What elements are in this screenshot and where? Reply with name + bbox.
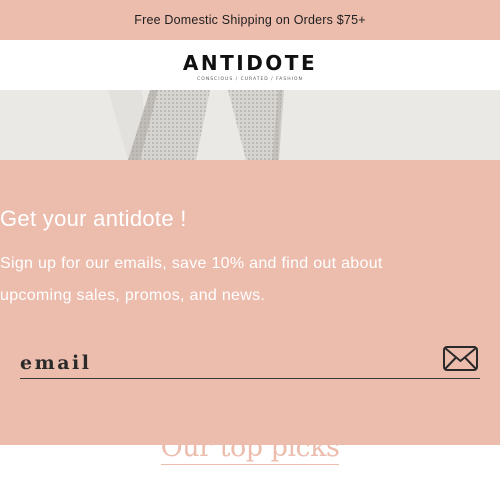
email-input[interactable] (20, 350, 430, 376)
announcement-bar: Free Domestic Shipping on Orders $75+ (0, 0, 500, 40)
site-header: ANTIDOTE CONSCIOUS / CURATED / FASHION (0, 40, 500, 90)
email-signup-form (20, 345, 480, 379)
hero-trousers-image (0, 90, 500, 160)
announcement-text: Free Domestic Shipping on Orders $75+ (134, 13, 366, 27)
popup-title: Get your antidote ! (0, 206, 187, 231)
brand-tagline: CONSCIOUS / CURATED / FASHION (197, 76, 303, 82)
submit-email-button[interactable] (442, 345, 480, 373)
envelope-icon (443, 346, 478, 371)
top-picks-heading: Our top picks (160, 432, 340, 465)
popup-description: Sign up for our emails, save 10% and fin… (0, 255, 383, 304)
brand-logo[interactable]: ANTIDOTE CONSCIOUS / CURATED / FASHION (183, 49, 317, 82)
newsletter-popup: Get your antidote ! Sign up for our emai… (0, 160, 500, 445)
brand-name: ANTIDOTE (182, 50, 318, 75)
hero-image (0, 90, 500, 160)
section-heading: Our top picks (0, 432, 500, 465)
